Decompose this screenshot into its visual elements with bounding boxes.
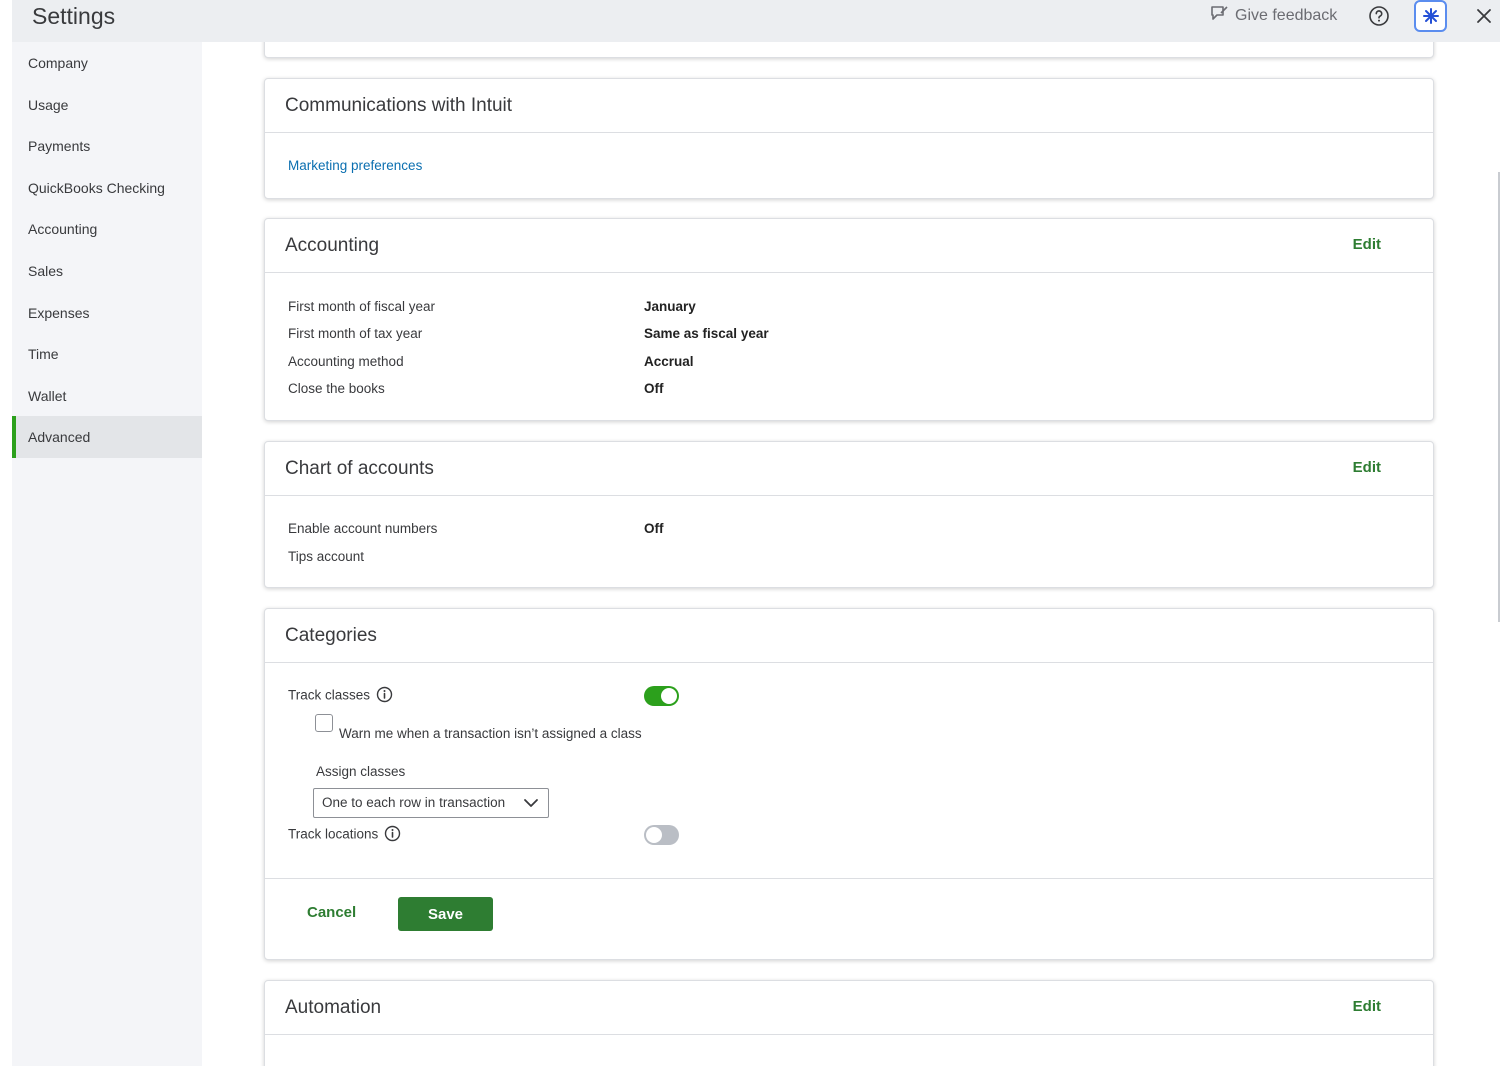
chart-of-accounts-edit-button[interactable]: Edit [1353,459,1381,476]
assign-classes-select[interactable]: One to each row in transaction [313,788,549,818]
track-locations-toggle[interactable] [644,825,679,845]
chevron-down-icon [523,795,539,816]
close-books-value: Off [644,381,664,396]
sidebar-item-quickbooks-checking[interactable]: QuickBooks Checking [12,167,202,209]
info-icon[interactable] [384,825,401,845]
tips-account-label: Tips account [288,549,365,564]
fiscal-year-value: January [644,299,696,314]
automation-card-header: Automation Edit [265,981,1433,1035]
help-icon [1369,6,1389,26]
give-feedback-button[interactable]: Give feedback [1209,4,1337,28]
settings-sidebar: Company Usage Payments QuickBooks Checki… [12,42,202,1066]
sidebar-item-usage[interactable]: Usage [12,84,202,126]
automation-card: Automation Edit [264,980,1434,1066]
info-icon[interactable] [376,686,393,706]
automation-title: Automation [285,997,382,1018]
chart-of-accounts-card: Chart of accounts Edit Enable account nu… [264,441,1434,588]
cancel-button[interactable]: Cancel [307,904,356,921]
accounting-card: Accounting Edit First month of fiscal ye… [264,218,1434,421]
sidebar-item-expenses[interactable]: Expenses [12,292,202,334]
feedback-icon [1209,4,1229,29]
sidebar-item-sales[interactable]: Sales [12,250,202,292]
warn-unassigned-class-label: Warn me when a transaction isn’t assigne… [339,726,642,741]
sparkle-icon [1422,8,1439,24]
sidebar-item-accounting[interactable]: Accounting [12,208,202,250]
sidebar-item-wallet[interactable]: Wallet [12,375,202,417]
ai-assistant-button[interactable] [1414,0,1447,32]
track-locations-label: Track locations [288,826,379,842]
fiscal-year-label: First month of fiscal year [288,299,436,314]
categories-title: Categories [285,625,377,646]
account-numbers-label: Enable account numbers [288,521,438,536]
accounting-card-header: Accounting Edit [265,219,1433,273]
accounting-method-value: Accrual [644,354,694,369]
sidebar-item-advanced[interactable]: Advanced [12,416,202,458]
divider [265,878,1433,879]
track-classes-toggle[interactable] [644,686,679,706]
accounting-edit-button[interactable]: Edit [1353,236,1381,253]
settings-header: Settings Give feedback [12,0,1500,42]
accounting-title: Accounting [285,235,380,256]
sidebar-item-payments[interactable]: Payments [12,125,202,167]
account-numbers-value: Off [644,521,664,536]
communications-title: Communications with Intuit [285,95,513,116]
automation-edit-button[interactable]: Edit [1353,998,1381,1015]
close-icon [1477,9,1491,23]
track-classes-row: Track classes [288,686,393,706]
settings-window: Settings Give feedback Company Usage Pay… [12,0,1500,1066]
close-books-label: Close the books [288,381,385,396]
communications-card: Communications with Intuit Marketing pre… [264,78,1434,199]
help-button[interactable] [1367,4,1391,28]
sidebar-item-time[interactable]: Time [12,333,202,375]
communications-card-header: Communications with Intuit [265,79,1433,133]
assign-classes-label: Assign classes [316,764,406,779]
tax-year-value: Same as fiscal year [644,326,769,341]
close-button[interactable] [1472,4,1496,28]
chart-of-accounts-card-header: Chart of accounts Edit [265,442,1433,496]
toggle-knob [661,688,677,704]
marketing-preferences-link[interactable]: Marketing preferences [288,158,422,173]
categories-card-header: Categories [265,609,1433,663]
assign-classes-value: One to each row in transaction [322,795,506,810]
save-button[interactable]: Save [398,897,493,931]
sidebar-item-company[interactable]: Company [12,42,202,84]
chart-of-accounts-title: Chart of accounts [285,458,434,479]
track-classes-label: Track classes [288,687,371,703]
categories-card: Categories Track classes Warn me when a … [264,608,1434,960]
accounting-method-label: Accounting method [288,354,404,369]
settings-content: Communications with Intuit Marketing pre… [202,42,1500,1066]
give-feedback-label: Give feedback [1235,7,1338,24]
track-locations-row: Track locations [288,825,401,845]
warn-unassigned-class-checkbox[interactable] [315,714,333,732]
toggle-knob [646,827,662,843]
previous-section-card [264,42,1434,58]
tax-year-label: First month of tax year [288,326,423,341]
page-title: Settings [32,3,116,29]
